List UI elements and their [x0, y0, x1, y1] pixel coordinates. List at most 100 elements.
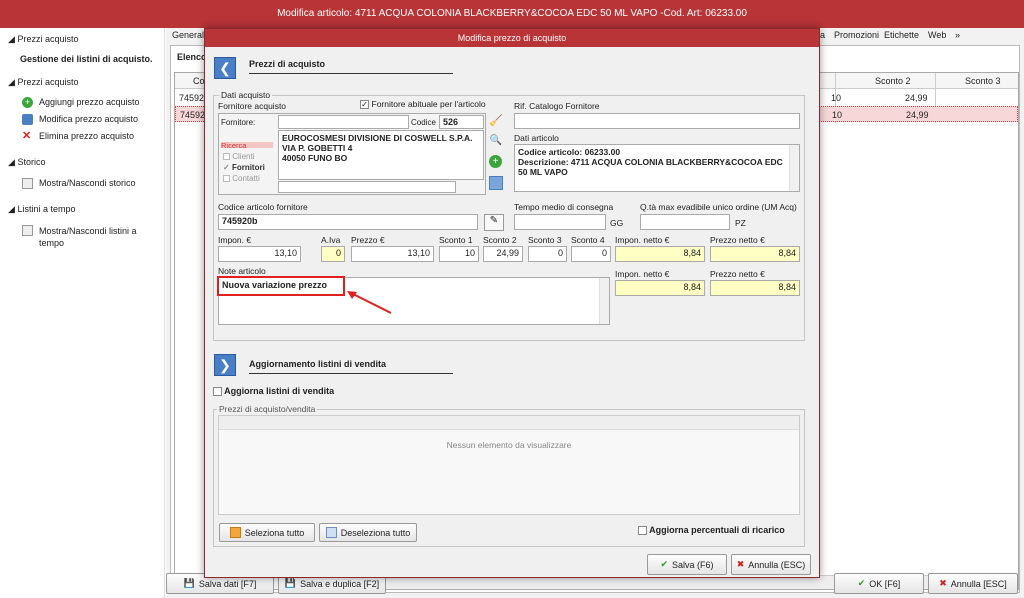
sidebar-section-storico[interactable]: ◢ Storico [8, 157, 45, 168]
list-label: Elenco [177, 52, 207, 62]
impon-netto-input[interactable]: 8,84 [615, 246, 705, 262]
sidebar-subtitle: Gestione dei listini di acquisto. [20, 54, 153, 64]
forward-arrow-icon: ❯ [214, 354, 236, 376]
impon-input[interactable]: 13,10 [218, 246, 301, 262]
prezzo-netto2-label: Prezzo netto € [710, 269, 765, 279]
checkbox-icon [213, 387, 222, 397]
empty-message: Nessun elemento da visualizzare [446, 440, 572, 450]
triangle-icon: ◢ [8, 157, 15, 167]
radio-contatti[interactable]: Contatti [223, 174, 260, 183]
codice-art-forn-input[interactable]: 745920b [218, 214, 478, 230]
grid-select-icon [229, 527, 241, 538]
vertical-scrollbar[interactable] [599, 278, 609, 324]
tab-promozioni[interactable]: Promozioni [834, 30, 879, 40]
dialog-save-button[interactable]: ✔ Salva (F6) [647, 554, 727, 575]
column-header[interactable]: Co [193, 76, 205, 86]
sconto3-input[interactable]: 0 [528, 246, 567, 262]
prezzo-netto-input[interactable]: 8,84 [710, 246, 800, 262]
sconto4-label: Sconto 4 [571, 235, 605, 245]
dati-articolo-label: Dati articolo [514, 133, 559, 143]
triangle-icon: ◢ [8, 77, 15, 87]
ok-button[interactable]: ✔ OK [F6] [834, 573, 924, 594]
list-icon [22, 225, 33, 236]
fornitore-input[interactable] [278, 115, 409, 129]
column-header[interactable]: Sconto 2 [875, 76, 911, 86]
fornitore-field-label: Fornitore: [221, 118, 256, 127]
triangle-icon: ◢ [8, 34, 15, 44]
sidebar: ◢ Prezzi acquisto Gestione dei listini d… [0, 28, 165, 598]
history-icon [22, 178, 33, 189]
supplier-address: EUROCOSMESI DIVISIONE DI COSWELL S.P.A. … [278, 130, 484, 180]
aggiorna-listini-checkbox[interactable]: Aggiorna listini di vendita [213, 386, 334, 397]
empty-grid: Nessun elemento da visualizzare [218, 415, 800, 515]
note-label: Note articolo [218, 266, 266, 276]
select-all-button[interactable]: Seleziona tutto [219, 523, 315, 542]
prezzo-netto2-input[interactable]: 8,84 [710, 280, 800, 296]
sconto2-input[interactable]: 24,99 [483, 246, 523, 262]
cancel-icon: ✖ [736, 559, 745, 569]
radio-clienti[interactable]: Clienti [223, 152, 254, 161]
aggiorna-percentuali-checkbox[interactable]: Aggiorna percentuali di ricarico [638, 525, 785, 536]
sconto1-input[interactable]: 10 [439, 246, 479, 262]
sidebar-section-prezzi-acquisto[interactable]: ◢ Prezzi acquisto [8, 77, 78, 88]
grid-deselect-icon [325, 527, 337, 538]
rif-catalogo-input[interactable] [514, 113, 800, 129]
column-header[interactable]: Sconto 3 [965, 76, 1001, 86]
save-icon: 💾 [284, 578, 297, 588]
delete-icon: ✕ [22, 130, 32, 142]
checkbox-icon [223, 153, 230, 161]
group-title: Dati acquisto [219, 90, 273, 100]
edit-price-dialog: Modifica prezzo di acquisto ❮ Prezzi di … [204, 28, 820, 578]
sidebar-item-storico[interactable]: Mostra/Nascondi storico [22, 178, 136, 189]
tab-web[interactable]: Web [928, 30, 946, 40]
add-icon[interactable]: + [489, 155, 502, 168]
ricerca-label: Ricerca [221, 141, 247, 150]
deselect-all-button[interactable]: Deseleziona tutto [319, 523, 417, 542]
note-text: Nuova variazione prezzo [217, 276, 345, 296]
radio-fornitori[interactable]: ✓ Fornitori [223, 163, 265, 172]
aiva-input[interactable]: 0 [321, 246, 345, 262]
codice-label: Codice [411, 118, 436, 127]
prezzo-label: Prezzo € [351, 235, 385, 245]
codice-input[interactable]: 526 [439, 115, 484, 129]
check-icon: ✔ [660, 559, 669, 569]
tabs-more-icon[interactable]: » [955, 30, 960, 40]
tab-etichette[interactable]: Etichette [884, 30, 919, 40]
tempo-medio-input[interactable] [514, 214, 606, 230]
vertical-scrollbar[interactable] [789, 145, 799, 191]
prezzo-input[interactable]: 13,10 [351, 246, 434, 262]
sidebar-section-prezzi[interactable]: ◢ Prezzi acquisto [8, 34, 78, 45]
sidebar-item-aggiungi[interactable]: + Aggiungi prezzo acquisto [22, 97, 140, 108]
pz-label: PZ [735, 218, 746, 228]
search-icon[interactable]: 🔍 [489, 135, 503, 149]
dialog-cancel-button[interactable]: ✖ Annulla (ESC) [731, 554, 811, 575]
broom-icon[interactable]: 🧹 [489, 114, 503, 128]
pen-icon[interactable]: ✎ [484, 214, 504, 231]
prezzo-netto-label: Prezzo netto € [710, 235, 765, 245]
cancel-button[interactable]: ✖ Annulla [ESC] [928, 573, 1018, 594]
qta-max-label: Q.tà max evadibile unico ordine (UM Acq) [640, 202, 797, 212]
supplier-extra-input[interactable] [278, 181, 456, 193]
section-aggiornamento: Aggiornamento listini di vendita [249, 359, 453, 374]
check-icon: ✔ [857, 578, 866, 588]
section-prezzi-acquisto: Prezzi di acquisto [249, 59, 453, 74]
checkbox-icon [638, 526, 647, 536]
impon-netto2-input[interactable]: 8,84 [615, 280, 705, 296]
edit-icon[interactable] [489, 176, 503, 190]
impon-netto-label: Impon. netto € [615, 235, 670, 245]
sidebar-section-listini[interactable]: ◢ Listini a tempo [8, 204, 75, 215]
triangle-icon: ◢ [8, 204, 15, 214]
sidebar-item-listini[interactable]: Mostra/Nascondi listini a tempo [22, 225, 152, 249]
qta-max-input[interactable] [640, 214, 730, 230]
checkbox-icon [223, 175, 230, 183]
sconto4-input[interactable]: 0 [571, 246, 611, 262]
save-icon: 💾 [183, 578, 195, 588]
add-icon: + [22, 97, 33, 108]
fornitore-abituale-checkbox[interactable]: ✓ Fornitore abituale per l'articolo [360, 99, 486, 110]
back-arrow-icon: ❮ [214, 57, 236, 79]
impon-label: Impon. € [218, 235, 252, 245]
sidebar-item-modifica[interactable]: Modifica prezzo acquisto [22, 114, 138, 125]
sidebar-item-elimina[interactable]: ✕ Elimina prezzo acquisto [22, 131, 134, 142]
annotation-arrow [347, 291, 392, 314]
impon-netto2-label: Impon. netto € [615, 269, 670, 279]
